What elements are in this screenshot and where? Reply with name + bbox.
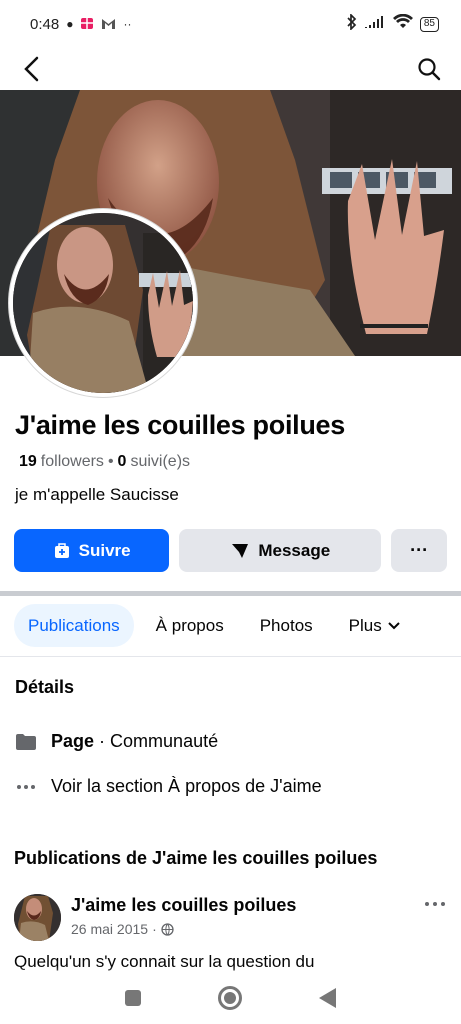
tabs-divider — [0, 656, 461, 657]
messenger-icon — [232, 543, 249, 558]
profile-picture[interactable] — [9, 209, 197, 397]
home-circle-icon[interactable] — [218, 986, 242, 1010]
page-label: Page — [51, 731, 95, 751]
more-dots-icon: ·· — [123, 17, 132, 31]
follow-icon — [54, 542, 69, 558]
wifi-icon — [392, 13, 413, 34]
followers-label[interactable]: followers — [41, 453, 104, 471]
stats-separator: • — [107, 453, 114, 470]
profile-actions: Suivre Message ··· — [14, 529, 447, 572]
post-author-name[interactable]: J'aime les couilles poilues — [71, 895, 296, 916]
page-separator: · — [99, 731, 111, 751]
tab-more-label: Plus — [348, 615, 382, 635]
android-navigation-bar — [0, 972, 461, 1024]
post-header: J'aime les couilles poilues 26 mai 2015 … — [14, 892, 450, 942]
details-title: Détails — [15, 677, 75, 697]
profile-tabs: Publications À propos Photos Plus — [14, 604, 414, 647]
square-recent-icon[interactable] — [125, 990, 141, 1006]
tab-publications[interactable]: Publications — [14, 604, 134, 647]
profile-bio: je m'appelle Saucisse — [15, 485, 179, 504]
tab-more[interactable]: Plus — [335, 604, 414, 647]
status-time: 0:48 — [30, 15, 60, 33]
post-date[interactable]: 26 mai 2015 — [71, 921, 148, 937]
message-icon: ● — [66, 17, 74, 31]
about-link: Voir la section À propos de J'aime — [51, 776, 322, 796]
page-category: Communauté — [110, 731, 219, 751]
following-label[interactable]: suivi(e)s — [130, 453, 190, 471]
post-options-button[interactable] — [420, 892, 450, 916]
signal-icon — [364, 15, 386, 33]
chevron-down-icon — [388, 621, 400, 629]
message-button[interactable]: Message — [179, 529, 382, 572]
post-author-avatar[interactable] — [14, 894, 61, 941]
posts-section-title: Publications de J'aime les couilles poil… — [14, 848, 378, 868]
message-label: Message — [258, 540, 331, 560]
more-horizontal-icon — [425, 902, 445, 906]
search-button[interactable] — [415, 55, 443, 83]
triangle-back-icon[interactable] — [319, 988, 336, 1008]
more-options-label: ··· — [410, 540, 429, 560]
more-options-button[interactable]: ··· — [391, 529, 447, 572]
following-count: 0 — [117, 453, 127, 470]
battery-icon: 85 — [419, 16, 439, 32]
status-bar: 0:48 ● ·· 85 — [0, 0, 461, 48]
details-about-row[interactable]: Voir la section À propos de J'aime — [15, 776, 322, 797]
gmail-icon — [101, 17, 116, 32]
profile-picture-illustration — [13, 213, 193, 393]
gift-icon — [80, 16, 94, 32]
follow-button[interactable]: Suivre — [14, 529, 170, 572]
meta-separator: · — [152, 921, 157, 937]
follow-label: Suivre — [78, 540, 131, 560]
details-page-row: Page · Communauté — [15, 731, 218, 752]
more-horizontal-icon — [15, 777, 37, 797]
bluetooth-icon — [346, 12, 357, 34]
top-navigation — [0, 48, 461, 90]
post-avatar-illustration — [14, 894, 61, 941]
tab-photos[interactable]: Photos — [246, 604, 327, 647]
page-type-icon — [15, 732, 37, 752]
followers-count: 19 — [19, 453, 37, 470]
profile-name: J'aime les couilles poilues — [15, 410, 345, 440]
section-divider — [0, 591, 461, 596]
back-button[interactable] — [18, 55, 46, 83]
tab-about[interactable]: À propos — [142, 604, 238, 647]
status-left: 0:48 ● ·· — [30, 16, 131, 33]
status-right: 85 — [346, 12, 439, 34]
search-icon — [418, 58, 441, 81]
globe-icon — [161, 922, 174, 936]
post-meta: 26 mai 2015 · — [71, 921, 174, 937]
chevron-left-icon — [24, 56, 39, 82]
profile-stats: 19 followers • 0 suivi(e)s — [19, 453, 190, 471]
